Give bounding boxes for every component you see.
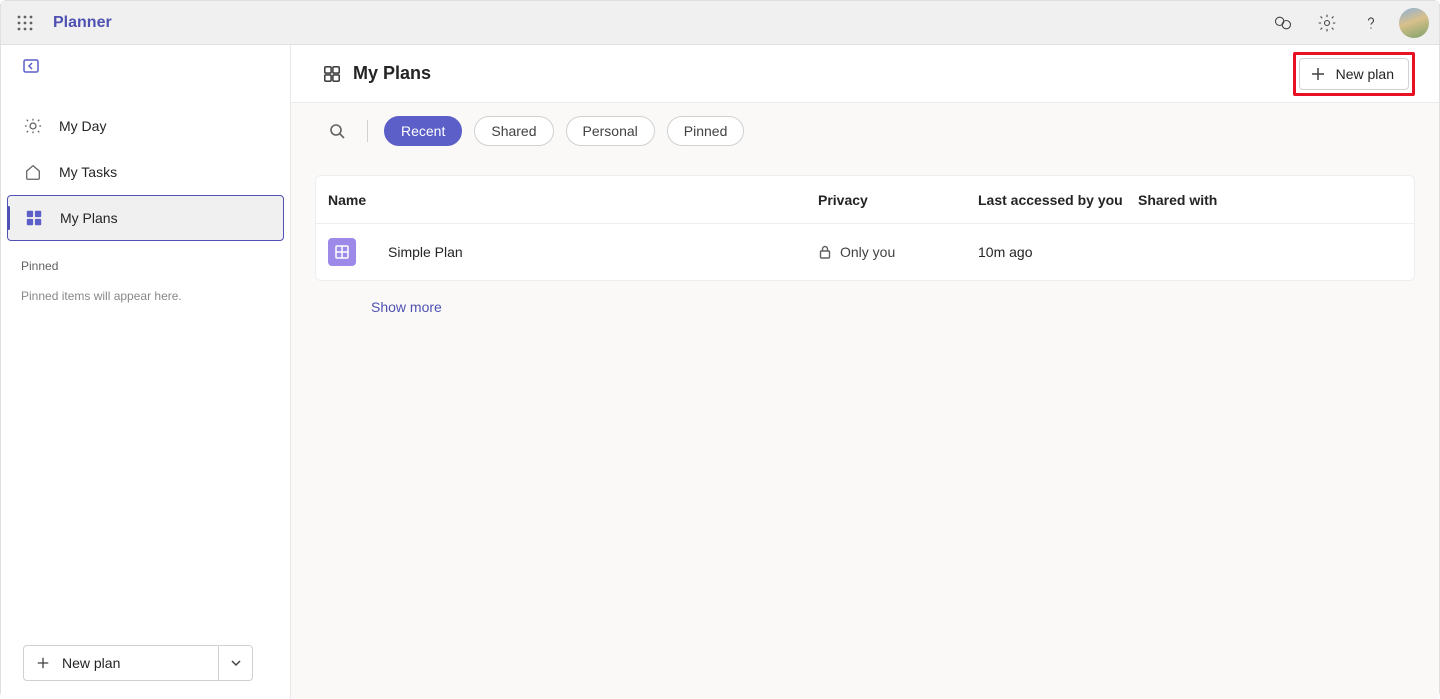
filter-row: Recent Shared Personal Pinned [291, 103, 1439, 159]
grid-icon [24, 209, 44, 227]
col-privacy: Privacy [818, 192, 978, 208]
plans-table: Name Privacy Last accessed by you Shared… [315, 175, 1415, 281]
waffle-icon [17, 15, 33, 31]
plan-last-accessed: 10m ago [978, 244, 1138, 260]
grid-icon [323, 65, 341, 83]
plan-icon [328, 238, 356, 266]
nav-label: My Plans [60, 210, 118, 226]
nav-label: My Tasks [59, 164, 117, 180]
app-title: Planner [53, 14, 112, 32]
filter-pill-shared[interactable]: Shared [474, 116, 553, 146]
collapse-sidebar-button[interactable] [1, 45, 290, 87]
collapse-icon [23, 58, 39, 74]
new-plan-button[interactable]: New plan [1299, 58, 1409, 90]
plan-privacy: Only you [818, 244, 978, 260]
new-plan-label: New plan [62, 655, 120, 671]
chevron-down-icon [230, 657, 242, 669]
nav-my-plans[interactable]: My Plans [7, 195, 284, 241]
new-plan-split-button: New plan [23, 645, 253, 681]
col-shared-with: Shared with [1138, 192, 1338, 208]
new-plan-label: New plan [1336, 66, 1394, 82]
col-last-accessed: Last accessed by you [978, 192, 1138, 208]
help-icon [1361, 13, 1381, 33]
sun-icon [23, 117, 43, 135]
nav-my-day[interactable]: My Day [1, 103, 290, 149]
nav-label: My Day [59, 118, 106, 134]
help-button[interactable] [1349, 1, 1393, 45]
search-button[interactable] [323, 117, 351, 145]
plan-name: Simple Plan [388, 244, 818, 260]
plus-icon [1310, 66, 1326, 82]
page-title: My Plans [353, 63, 431, 84]
search-icon [329, 123, 345, 139]
col-name: Name [328, 192, 818, 208]
table-header: Name Privacy Last accessed by you Shared… [316, 176, 1414, 224]
filter-pill-recent[interactable]: Recent [384, 116, 462, 146]
pinned-empty-text: Pinned items will appear here. [1, 273, 290, 319]
settings-button[interactable] [1305, 1, 1349, 45]
top-bar: Planner [1, 1, 1439, 45]
filter-pill-personal[interactable]: Personal [566, 116, 655, 146]
lock-icon [818, 245, 832, 259]
copilot-button[interactable] [1261, 1, 1305, 45]
content-header: My Plans New plan [291, 45, 1439, 103]
content-area: My Plans New plan Recent Shared Personal… [291, 45, 1439, 699]
account-avatar[interactable] [1399, 8, 1429, 38]
home-icon [23, 163, 43, 181]
gear-icon [1317, 13, 1337, 33]
copilot-icon [1273, 13, 1293, 33]
app-launcher-button[interactable] [7, 5, 43, 41]
filter-pill-pinned[interactable]: Pinned [667, 116, 745, 146]
highlight-annotation: New plan [1293, 52, 1415, 96]
new-plan-dropdown[interactable] [218, 646, 252, 680]
nav-my-tasks[interactable]: My Tasks [1, 149, 290, 195]
new-plan-button-sidebar[interactable]: New plan [24, 646, 218, 680]
table-row[interactable]: Simple Plan Only you 10m ago [316, 224, 1414, 280]
sidebar: My Day My Tasks My Plans Pinned Pinned i… [1, 45, 291, 699]
plus-icon [36, 656, 50, 670]
show-more-link[interactable]: Show more [291, 281, 1439, 315]
divider [367, 120, 368, 142]
pinned-section-header: Pinned [1, 241, 290, 273]
